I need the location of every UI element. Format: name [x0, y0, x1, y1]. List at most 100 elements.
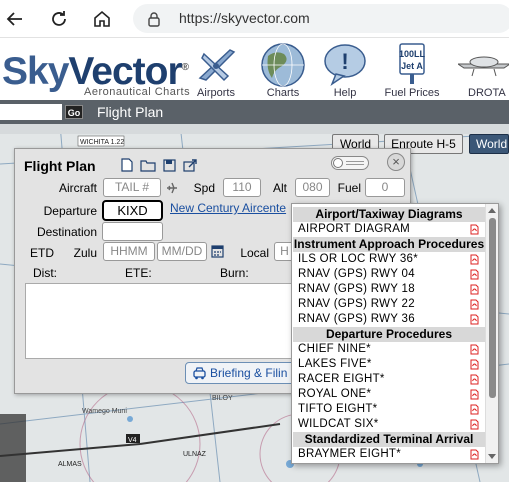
nav-drota[interactable]: DROTA	[458, 42, 509, 100]
aircraft-plane-icon[interactable]	[166, 182, 178, 194]
speed-input[interactable]: 110	[223, 178, 261, 197]
procedure-item-label: RNAV (GPS) RWY 22	[298, 298, 415, 310]
local-label: Local	[240, 246, 269, 260]
procedure-item-label: WILDCAT SIX*	[298, 418, 379, 430]
departure-input[interactable]: KIXD	[102, 200, 163, 221]
flight-plan-toggle-switch[interactable]	[331, 156, 369, 170]
home-icon	[94, 10, 110, 27]
scroll-up-arrow-icon[interactable]	[488, 208, 496, 213]
share-icon[interactable]	[182, 157, 198, 173]
nav-help[interactable]: ! Help	[320, 42, 370, 100]
procedure-section-header: Standardized Terminal Arrival	[293, 432, 485, 447]
zulu-label: Zulu	[73, 246, 97, 260]
map-toolbar: Go Flight Plan	[0, 100, 509, 124]
back-button[interactable]	[3, 7, 27, 31]
procedure-item-label: ILS OR LOC RWY 36*	[298, 253, 419, 265]
spd-label: Spd	[193, 181, 215, 195]
fuel-label: Fuel	[337, 181, 361, 195]
flight-plan-title: Flight Plan	[24, 158, 96, 174]
route-textarea[interactable]	[25, 283, 335, 359]
reload-button[interactable]	[47, 7, 71, 31]
go-button[interactable]: Go	[65, 105, 83, 119]
svg-text:ULNAZ: ULNAZ	[183, 451, 207, 458]
procedure-section-header: Instrument Approach Procedures	[293, 237, 485, 252]
pdf-icon[interactable]	[470, 419, 479, 435]
flight-plan-actions	[119, 157, 198, 173]
procedure-item[interactable]: LAKES FIVE*	[293, 357, 485, 372]
dist-label: Dist:	[33, 266, 57, 280]
pdf-icon[interactable]	[470, 314, 479, 330]
procedure-item-label: RNAV (GPS) RWY 04	[298, 268, 415, 280]
aircraft-input[interactable]: TAIL #	[103, 178, 161, 197]
svg-text:V4: V4	[128, 437, 137, 444]
altitude-input[interactable]: 080	[295, 178, 330, 197]
procedure-item[interactable]: BRAYMER EIGHT*	[293, 447, 485, 462]
procedures-dropdown: Airport/Taxiway Diagrams AIRPORT DIAGRAM I…	[291, 203, 499, 464]
procedure-item[interactable]: RNAV (GPS) RWY 04	[293, 267, 485, 282]
destination-input[interactable]	[102, 222, 163, 241]
procedure-item[interactable]: ROYAL ONE*	[293, 387, 485, 402]
nav-fuel-prices[interactable]: 100LL Jet A Fuel Prices	[382, 42, 442, 100]
alt-label: Alt	[272, 181, 287, 195]
procedure-item-label: BRAYMER EIGHT*	[298, 448, 402, 460]
browser-toolbar: https://skyvector.com	[0, 0, 509, 38]
etd-label: ETD	[30, 246, 54, 260]
scroll-down-arrow-icon[interactable]	[488, 454, 496, 459]
pdf-icon[interactable]	[470, 224, 479, 240]
svg-text:Jet A: Jet A	[401, 61, 423, 71]
date-input[interactable]: MM/DD	[157, 242, 207, 261]
procedure-item-label: CHIEF NINE*	[298, 343, 371, 355]
svg-text:WICHITA 1.22: WICHITA 1.22	[80, 139, 124, 146]
ete-label: ETE:	[125, 266, 152, 280]
help-bubble-icon: !	[324, 44, 366, 86]
site-header: SkyVector® Aeronautical Charts Airports …	[0, 38, 509, 100]
procedure-item-label: ROYAL ONE*	[298, 388, 372, 400]
procedure-item[interactable]: RACER EIGHT*	[293, 372, 485, 387]
procedure-item[interactable]: RNAV (GPS) RWY 36	[293, 312, 485, 327]
nav-airports[interactable]: Airports	[191, 42, 241, 100]
open-folder-icon[interactable]	[140, 157, 156, 173]
close-panel-button[interactable]: ×	[387, 153, 405, 171]
procedure-section-header: Departure Procedures	[293, 327, 485, 342]
procedure-item-label: AIRPORT DIAGRAM	[298, 223, 411, 235]
home-button[interactable]	[90, 7, 114, 31]
procedure-item-label: RNAV (GPS) RWY 18	[298, 283, 415, 295]
procedure-item[interactable]: CHIEF NINE*	[293, 342, 485, 357]
flight-plan-toggle[interactable]: Flight Plan	[97, 104, 163, 120]
procedure-item[interactable]: ILS OR LOC RWY 36*	[293, 252, 485, 267]
briefing-car-icon	[193, 367, 206, 380]
destination-label: Destination	[36, 225, 97, 239]
procedure-item[interactable]: AIRPORT DIAGRAM	[293, 222, 485, 237]
chart-world-button[interactable]: World	[469, 134, 509, 154]
procedure-item[interactable]: WILDCAT SIX*	[293, 417, 485, 432]
url-text: https://skyvector.com	[179, 10, 310, 26]
address-bar[interactable]: https://skyvector.com	[133, 4, 509, 33]
reload-icon	[52, 11, 66, 26]
new-document-icon[interactable]	[119, 157, 135, 173]
calendar-icon[interactable]	[211, 244, 224, 258]
map-search-input[interactable]	[0, 104, 62, 120]
lock-icon	[148, 12, 160, 27]
svg-text:BILOY: BILOY	[212, 395, 233, 402]
briefing-label: Briefing & Filin	[210, 366, 288, 380]
scroll-thumb[interactable]	[489, 218, 496, 398]
svg-text:Wamego Muni: Wamego Muni	[82, 408, 127, 415]
procedure-item[interactable]: RNAV (GPS) RWY 18	[293, 282, 485, 297]
fuel-input[interactable]: 0	[365, 178, 405, 197]
departure-label: Departure	[43, 204, 97, 218]
save-disk-icon[interactable]	[161, 157, 177, 173]
pdf-icon[interactable]	[470, 449, 479, 463]
procedure-item[interactable]: TIFTO EIGHT*	[293, 402, 485, 417]
globe-icon	[261, 43, 305, 87]
procedure-item-label: LAKES FIVE*	[298, 358, 372, 370]
back-arrow-icon	[6, 12, 22, 26]
dropdown-scrollbar[interactable]	[485, 204, 498, 463]
nav-charts[interactable]: Charts	[258, 42, 308, 100]
aircraft-label: Aircraft	[58, 181, 97, 195]
svg-text:ALMAS: ALMAS	[58, 461, 82, 468]
procedure-item[interactable]: RNAV (GPS) RWY 22	[293, 297, 485, 312]
departure-airport-link[interactable]: New Century Aircente	[170, 201, 286, 215]
zulu-time-input[interactable]: HHMM	[103, 242, 155, 261]
procedure-section-header: Airport/Taxiway Diagrams	[293, 207, 485, 222]
procedure-item-label: TIFTO EIGHT*	[298, 403, 378, 415]
